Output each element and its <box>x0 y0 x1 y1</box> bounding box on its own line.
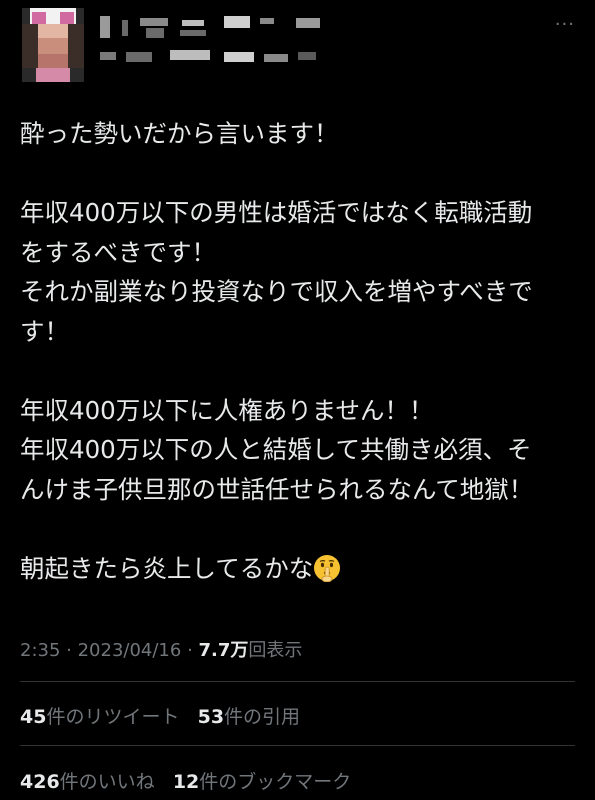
tweet-line: 年収400万以下に人権ありません！！ <box>20 395 434 425</box>
meta-separator: · <box>60 640 78 661</box>
display-name-blurred[interactable] <box>100 14 330 74</box>
tweet-line: をするべきです！ <box>20 237 216 267</box>
stats-row-bottom: 426件のいいね 12件のブックマーク <box>20 767 351 794</box>
tweet-header: ··· <box>0 0 595 96</box>
bookmark-label: 件のブックマーク <box>199 771 352 793</box>
bookmark-count: 12 <box>172 771 200 793</box>
like-label: 件のいいね <box>59 771 155 793</box>
quotes-stat[interactable]: 53件の引用 <box>198 706 300 728</box>
tweet-line-text: 朝起きたら炎上してるかな <box>20 553 314 583</box>
view-count: 7.7万 <box>198 640 249 661</box>
meta-separator: · <box>181 640 199 661</box>
tweet-line: それか副業なり投資なりで収入を増やすべきで <box>20 277 533 306</box>
tweet-time[interactable]: 2:35 <box>20 640 60 661</box>
tweet-line-last: 朝起きたら炎上してるかな <box>20 549 580 589</box>
tweet-line: 年収400万以下の人と結婚して共働き必須、そ <box>20 435 532 464</box>
shushing-face-emoji-icon <box>314 554 341 582</box>
more-horizontal-icon[interactable]: ··· <box>555 14 575 35</box>
divider <box>20 745 575 746</box>
stats-row-top: 45件のリツイート 53件の引用 <box>20 702 300 729</box>
tweet-meta: 2:35 · 2023/04/16 · 7.7万回表示 <box>20 636 302 662</box>
likes-stat[interactable]: 426件のいいね <box>20 771 155 793</box>
tweet-line: す！ <box>20 316 69 346</box>
view-count-label: 回表示 <box>248 640 303 661</box>
tweet-date[interactable]: 2023/04/16 <box>78 640 182 661</box>
avatar[interactable] <box>22 8 84 82</box>
like-count: 426 <box>20 771 60 793</box>
divider <box>20 681 575 682</box>
bookmarks-stat[interactable]: 12件のブックマーク <box>173 771 351 793</box>
quote-count: 53 <box>197 706 225 728</box>
tweet-line: んけま子供旦那の世話任せられるなんて地獄！ <box>20 474 534 504</box>
retweet-count: 45 <box>20 706 47 728</box>
retweet-label: 件のリツイート <box>46 706 180 728</box>
tweet-line: 酔った勢いだから言います！ <box>20 119 339 148</box>
retweets-stat[interactable]: 45件のリツイート <box>20 706 179 728</box>
quote-label: 件の引用 <box>224 706 301 728</box>
tweet-line: 年収400万以下の男性は婚活ではなく転職活動 <box>20 198 533 227</box>
tweet-text: 酔った勢いだから言います！ 年収400万以下の男性は婚活ではなく転職活動 をする… <box>20 114 580 588</box>
